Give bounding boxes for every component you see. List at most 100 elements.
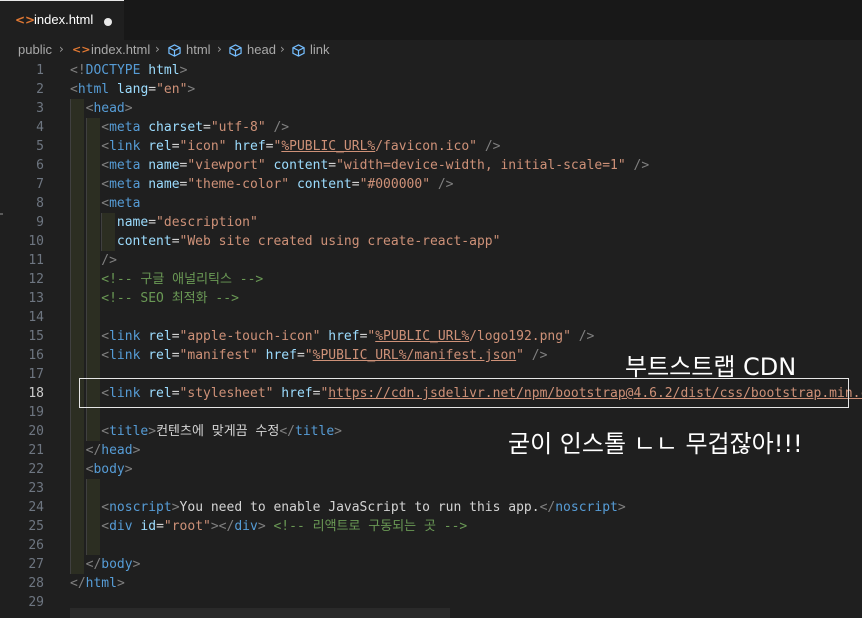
code-line[interactable]: 10 content="Web site created using create… bbox=[0, 232, 862, 251]
line-number: 5 bbox=[36, 139, 44, 154]
indent-guide bbox=[85, 270, 100, 289]
code-text: <link rel="apple-touch-icon" href="%PUBL… bbox=[101, 329, 595, 344]
indent-guide-line bbox=[85, 308, 87, 327]
code-editor[interactable]: 1 <!DOCTYPE html> 2 <html lang="en"> 3 <head>… bbox=[0, 60, 862, 618]
indent-guide-line bbox=[70, 99, 71, 118]
line-number: 4 bbox=[36, 120, 44, 135]
code-text: <head> bbox=[85, 101, 133, 116]
line-number: 9 bbox=[36, 215, 44, 230]
indent-guide-line bbox=[70, 536, 71, 555]
breadcrumb-index-html[interactable]: index.html bbox=[91, 42, 150, 57]
code-line[interactable]: 5 <link rel="icon" href="%PUBLIC_URL%/fav… bbox=[0, 137, 862, 156]
indent-guide-line bbox=[101, 213, 103, 232]
code-line[interactable]: 24 <noscript>You need to enable JavaScrip… bbox=[0, 498, 862, 517]
code-line[interactable]: 22 <body> bbox=[0, 460, 862, 479]
indent-guide-line bbox=[101, 232, 103, 251]
code-text: <title>컨텐츠에 맞게끔 수정</title> bbox=[101, 424, 342, 439]
indent-guide-line bbox=[70, 555, 71, 574]
line-number: 3 bbox=[36, 101, 44, 116]
breadcrumb-head[interactable]: head bbox=[247, 42, 276, 57]
indent-guide-line bbox=[85, 346, 87, 365]
indent-guide bbox=[70, 156, 84, 175]
code-text: <link rel="icon" href="%PUBLIC_URL%/favi… bbox=[101, 139, 501, 154]
indent-guide-line bbox=[70, 308, 71, 327]
code-text: <noscript>You need to enable JavaScript … bbox=[101, 500, 626, 515]
indent-guide-line bbox=[70, 270, 71, 289]
code-line[interactable]: 4 <meta charset="utf-8" /> bbox=[0, 118, 862, 137]
indent-guide-line bbox=[70, 346, 71, 365]
indent-guide bbox=[70, 118, 84, 137]
indent-guide-line bbox=[85, 232, 87, 251]
code-line[interactable]: 2 <html lang="en"> bbox=[0, 80, 862, 99]
tab-bar: <> index.html bbox=[0, 0, 862, 40]
line-number: 27 bbox=[28, 557, 44, 572]
indent-guide-line bbox=[85, 536, 87, 555]
line-number: 1 bbox=[36, 63, 44, 78]
indent-guide-line bbox=[85, 156, 87, 175]
indent-guide bbox=[85, 213, 100, 232]
breadcrumb-public[interactable]: public bbox=[18, 42, 52, 57]
code-line[interactable]: 3 <head> bbox=[0, 99, 862, 118]
indent-guide bbox=[85, 498, 100, 517]
code-text: /> bbox=[101, 253, 117, 268]
indent-guide-line bbox=[85, 118, 87, 137]
code-text: <link rel="manifest" href="%PUBLIC_URL%/… bbox=[101, 348, 548, 363]
indent-guide-line bbox=[70, 251, 71, 270]
indent-guide bbox=[70, 479, 84, 498]
code-line[interactable]: 12 <!-- 구글 애널리틱스 --> bbox=[0, 270, 862, 289]
element-cube-icon bbox=[292, 44, 305, 57]
element-cube-icon bbox=[168, 44, 181, 57]
indent-guide bbox=[70, 232, 84, 251]
indent-guide bbox=[70, 536, 84, 555]
line-number: 28 bbox=[28, 576, 44, 591]
indent-guide bbox=[70, 327, 84, 346]
tab-index-html[interactable]: <> index.html bbox=[0, 0, 124, 40]
indent-guide-line bbox=[85, 327, 87, 346]
code-line[interactable]: 7 <meta name="theme-color" content="#0000… bbox=[0, 175, 862, 194]
code-line[interactable]: 28 </html> bbox=[0, 574, 862, 593]
indent-guide-line bbox=[70, 517, 71, 536]
indent-guide bbox=[70, 555, 84, 574]
code-line[interactable]: 14 bbox=[0, 308, 862, 327]
line-number: 13 bbox=[28, 291, 44, 306]
indent-guide-line bbox=[70, 213, 71, 232]
code-line[interactable]: 9 name="description" bbox=[0, 213, 862, 232]
line-number: 18 bbox=[28, 386, 44, 401]
indent-guide-line bbox=[70, 498, 71, 517]
indent-guide bbox=[70, 422, 84, 441]
code-line[interactable]: 13 <!-- SEO 최적화 --> bbox=[0, 289, 862, 308]
element-cube-icon bbox=[229, 44, 242, 57]
indent-guide-line bbox=[70, 384, 71, 403]
indent-guide bbox=[70, 498, 84, 517]
indent-guide-line bbox=[85, 289, 87, 308]
code-line[interactable]: 23 bbox=[0, 479, 862, 498]
indent-guide-line bbox=[85, 137, 87, 156]
code-line[interactable]: 26 bbox=[0, 536, 862, 555]
indent-guide bbox=[85, 422, 100, 441]
chevron-right-icon: › bbox=[217, 42, 222, 56]
breadcrumb-html[interactable]: html bbox=[186, 42, 211, 57]
indent-guide bbox=[85, 308, 100, 327]
code-line[interactable]: 8 <meta bbox=[0, 194, 862, 213]
unsaved-dot-icon[interactable] bbox=[104, 18, 112, 26]
indent-guide bbox=[85, 232, 100, 251]
line-number: 8 bbox=[36, 196, 44, 211]
code-line[interactable]: 27 </body> bbox=[0, 555, 862, 574]
code-line[interactable]: 1 <!DOCTYPE html> bbox=[0, 61, 862, 80]
code-line[interactable]: 6 <meta name="viewport" content="width=de… bbox=[0, 156, 862, 175]
annotation-comment: 굳이 인스톨 ㄴㄴ 무겁잖아!!! bbox=[508, 430, 803, 458]
breadcrumb-link[interactable]: link bbox=[310, 42, 330, 57]
indent-guide bbox=[70, 99, 84, 118]
tab-label: index.html bbox=[34, 12, 94, 27]
line-number: 26 bbox=[28, 538, 44, 553]
code-line[interactable]: 15 <link rel="apple-touch-icon" href="%PU… bbox=[0, 327, 862, 346]
indent-guide-line bbox=[70, 460, 71, 479]
code-text: </body> bbox=[85, 557, 141, 572]
indent-guide-line bbox=[70, 194, 71, 213]
highlight-box bbox=[79, 378, 849, 408]
indent-guide bbox=[85, 517, 100, 536]
code-line[interactable]: 11 /> bbox=[0, 251, 862, 270]
code-text: <meta bbox=[101, 196, 141, 211]
code-line[interactable]: 25 <div id="root"></div> <!-- 리액트로 구동되는 곳… bbox=[0, 517, 862, 536]
line-number: 16 bbox=[28, 348, 44, 363]
